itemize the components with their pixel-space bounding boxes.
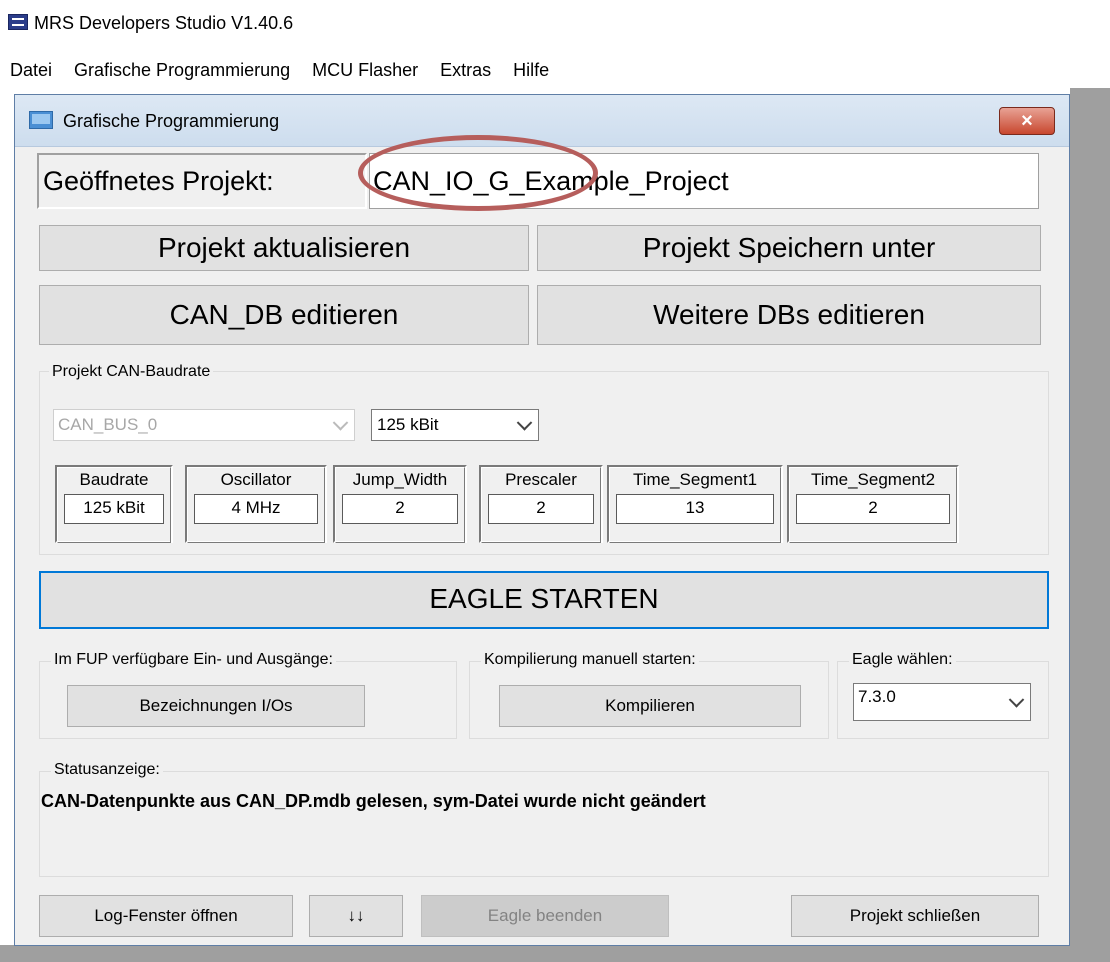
param-jump-width: Jump_Width 2	[333, 465, 467, 543]
param-header: Time_Segment1	[632, 470, 758, 489]
status-group-label: Statusanzeige:	[51, 761, 163, 779]
app-title: MRS Developers Studio V1.40.6	[34, 13, 294, 33]
project-label: Geöffnetes Projekt:	[37, 153, 367, 209]
param-value: 125 kBit	[64, 494, 164, 524]
can-bus-select-value: CAN_BUS_0	[58, 415, 158, 434]
window-icon	[29, 111, 53, 129]
compile-group-label: Kompilierung manuell starten:	[481, 651, 699, 669]
baudrate-select-value: 125 kBit	[377, 415, 439, 434]
baudrate-select[interactable]: 125 kBit	[371, 409, 539, 441]
io-names-button[interactable]: Bezeichnungen I/Os	[67, 685, 365, 727]
edit-can-db-button[interactable]: CAN_DB editieren	[39, 285, 529, 345]
chevron-down-icon	[1008, 692, 1025, 708]
mdi-background	[1070, 88, 1110, 962]
project-name-field[interactable]: CAN_IO_G_Example_Project	[369, 153, 1039, 209]
app-logo-icon	[8, 14, 28, 30]
param-prescaler: Prescaler 2	[479, 465, 603, 543]
eagle-version-group-label: Eagle wählen:	[849, 651, 956, 669]
dialog-titlebar: Grafische Programmierung ×	[15, 95, 1069, 147]
param-value: 2	[342, 494, 458, 524]
param-oscillator: Oscillator 4 MHz	[185, 465, 327, 543]
param-header: Jump_Width	[352, 470, 448, 489]
param-time-segment1: Time_Segment1 13	[607, 465, 783, 543]
eagle-version-select-value: 7.3.0	[858, 687, 896, 706]
expand-arrows-button[interactable]: ↓↓	[309, 895, 403, 937]
status-group	[39, 771, 1049, 877]
menu-extras[interactable]: Extras	[429, 52, 502, 88]
param-value: 4 MHz	[194, 494, 318, 524]
quit-eagle-button[interactable]: Eagle beenden	[421, 895, 669, 937]
param-value: 13	[616, 494, 774, 524]
menu-mcu-flasher[interactable]: MCU Flasher	[301, 52, 429, 88]
baudrate-group-label: Projekt CAN-Baudrate	[49, 363, 214, 381]
save-project-as-button[interactable]: Projekt Speichern unter	[537, 225, 1041, 271]
grafische-programmierung-dialog: Grafische Programmierung × Geöffnetes Pr…	[14, 94, 1070, 946]
dialog-title: Grafische Programmierung	[63, 111, 280, 131]
compile-button[interactable]: Kompilieren	[499, 685, 801, 727]
eagle-version-select[interactable]: 7.3.0	[853, 683, 1031, 721]
param-value: 2	[796, 494, 950, 524]
menu-bar: Datei Grafische Programmierung MCU Flash…	[0, 52, 560, 88]
menu-datei[interactable]: Datei	[0, 52, 63, 88]
eagle-start-button[interactable]: EAGLE STARTEN	[39, 571, 1049, 629]
param-header: Baudrate	[79, 470, 149, 489]
close-project-button[interactable]: Projekt schließen	[791, 895, 1039, 937]
update-project-button[interactable]: Projekt aktualisieren	[39, 225, 529, 271]
status-message: CAN-Datenpunkte aus CAN_DP.mdb gelesen, …	[41, 791, 706, 811]
menu-grafische-programmierung[interactable]: Grafische Programmierung	[63, 52, 301, 88]
edit-other-dbs-button[interactable]: Weitere DBs editieren	[537, 285, 1041, 345]
param-header: Prescaler	[505, 470, 577, 489]
can-bus-select[interactable]: CAN_BUS_0	[53, 409, 355, 441]
chevron-down-icon	[516, 415, 533, 431]
menu-hilfe[interactable]: Hilfe	[502, 52, 560, 88]
param-time-segment2: Time_Segment2 2	[787, 465, 959, 543]
chevron-down-icon	[332, 415, 349, 431]
param-header: Oscillator	[220, 470, 292, 489]
param-baudrate: Baudrate 125 kBit	[55, 465, 173, 543]
param-header: Time_Segment2	[810, 470, 936, 489]
open-log-window-button[interactable]: Log-Fenster öffnen	[39, 895, 293, 937]
io-group-label: Im FUP verfügbare Ein- und Ausgänge:	[51, 651, 336, 669]
close-button[interactable]: ×	[999, 107, 1055, 135]
param-value: 2	[488, 494, 594, 524]
mdi-background-bottom	[0, 945, 1110, 962]
